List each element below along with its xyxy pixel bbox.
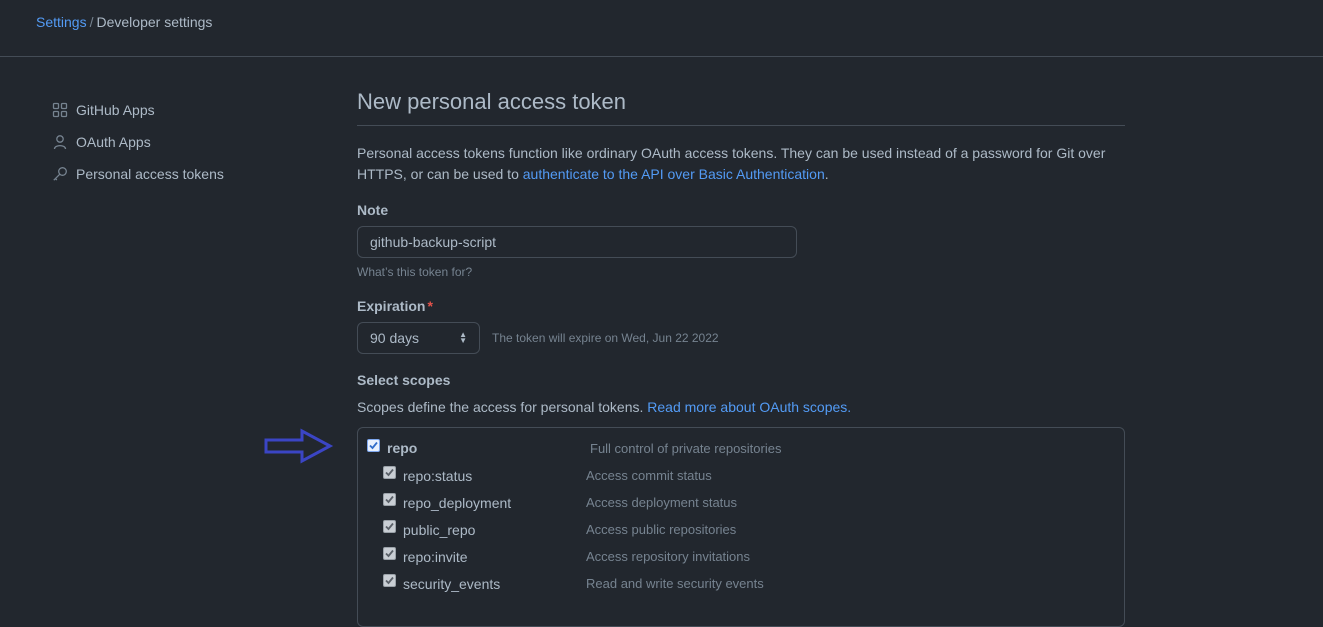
sidebar: GitHub Apps OAuth Apps Personal access t… [52, 94, 312, 190]
check-icon [369, 441, 378, 450]
check-icon [385, 522, 394, 531]
sidebar-item-label: Personal access tokens [76, 166, 224, 182]
note-label: Note [357, 202, 389, 218]
scope-row-public-repo: public_repo Access public repositories [358, 518, 1124, 538]
note-input[interactable] [357, 226, 797, 258]
scope-row-repo: repo Full control of private repositorie… [358, 437, 1124, 457]
expiration-select[interactable]: 90 days ▲ ▼ [357, 322, 480, 354]
scope-row-repo-status: repo:status Access commit status [358, 464, 1124, 484]
intro-text: Personal access tokens function like ord… [357, 143, 1125, 185]
sidebar-item-github-apps[interactable]: GitHub Apps [52, 94, 312, 126]
scopes-description-text: Scopes define the access for personal to… [357, 399, 648, 415]
check-icon [385, 549, 394, 558]
check-icon [385, 468, 394, 477]
scope-name: repo_deployment [403, 495, 512, 511]
intro-text-part-2: . [824, 166, 829, 182]
expiration-selected-value: 90 days [370, 330, 420, 346]
person-icon [53, 135, 67, 150]
check-icon [385, 576, 394, 585]
scope-desc: Access commit status [586, 468, 712, 483]
sidebar-item-label: GitHub Apps [76, 102, 155, 118]
breadcrumb: Settings / Developer settings [36, 13, 212, 31]
scope-row-repo-invite: repo:invite Access repository invitation… [358, 545, 1124, 565]
scope-checkbox-repo-invite[interactable] [383, 547, 396, 560]
scope-row-security-events: security_events Read and write security … [358, 572, 1124, 592]
scopes-description: Scopes define the access for personal to… [357, 399, 851, 415]
scope-name: repo:status [403, 468, 473, 484]
expiration-note: The token will expire on Wed, Jun 22 202… [492, 331, 719, 345]
scope-desc: Access deployment status [586, 495, 738, 510]
scope-checkbox-repo-deployment[interactable] [383, 493, 396, 506]
page-title: New personal access token [357, 85, 1125, 126]
check-icon [385, 495, 394, 504]
scope-checkbox-repo-status[interactable] [383, 466, 396, 479]
expiration-label-text: Expiration [357, 298, 426, 314]
scopes-label: Select scopes [357, 372, 451, 388]
select-arrows-icon: ▲ ▼ [459, 330, 467, 345]
top-bar: Settings / Developer settings [0, 0, 1323, 57]
scope-checkbox-repo[interactable] [367, 439, 380, 452]
oauth-scopes-link[interactable]: Read more about OAuth scopes. [647, 399, 851, 415]
scope-desc: Full control of private repositories [590, 441, 782, 456]
expiration-label: Expiration * [357, 298, 433, 314]
scope-checkbox-security-events[interactable] [383, 574, 396, 587]
breadcrumb-separator: / [89, 14, 94, 30]
scope-name: security_events [403, 576, 501, 592]
scope-desc: Read and write security events [586, 576, 764, 591]
basic-auth-link[interactable]: authenticate to the API over Basic Authe… [523, 166, 825, 182]
annotation-arrow-icon [264, 428, 334, 464]
main-content: New personal access token Personal acces… [357, 85, 1125, 627]
apps-grid-icon [52, 102, 68, 118]
scope-row-repo-deployment: repo_deployment Access deployment status [358, 491, 1124, 511]
sidebar-item-personal-access-tokens[interactable]: Personal access tokens [52, 158, 312, 190]
breadcrumb-current: Developer settings [96, 14, 213, 30]
scope-name: public_repo [403, 522, 476, 538]
sidebar-item-label: OAuth Apps [76, 134, 151, 150]
required-mark: * [427, 298, 433, 314]
key-icon [53, 167, 67, 181]
scope-checkbox-public-repo[interactable] [383, 520, 396, 533]
scope-name: repo [387, 440, 418, 456]
scope-desc: Access repository invitations [586, 549, 751, 564]
scope-list: repo Full control of private repositorie… [357, 427, 1125, 627]
breadcrumb-settings-link[interactable]: Settings [36, 14, 87, 30]
scope-desc: Access public repositories [586, 522, 737, 537]
note-help-text: What’s this token for? [357, 265, 473, 279]
sidebar-item-oauth-apps[interactable]: OAuth Apps [52, 126, 312, 158]
scope-name: repo:invite [403, 549, 468, 565]
